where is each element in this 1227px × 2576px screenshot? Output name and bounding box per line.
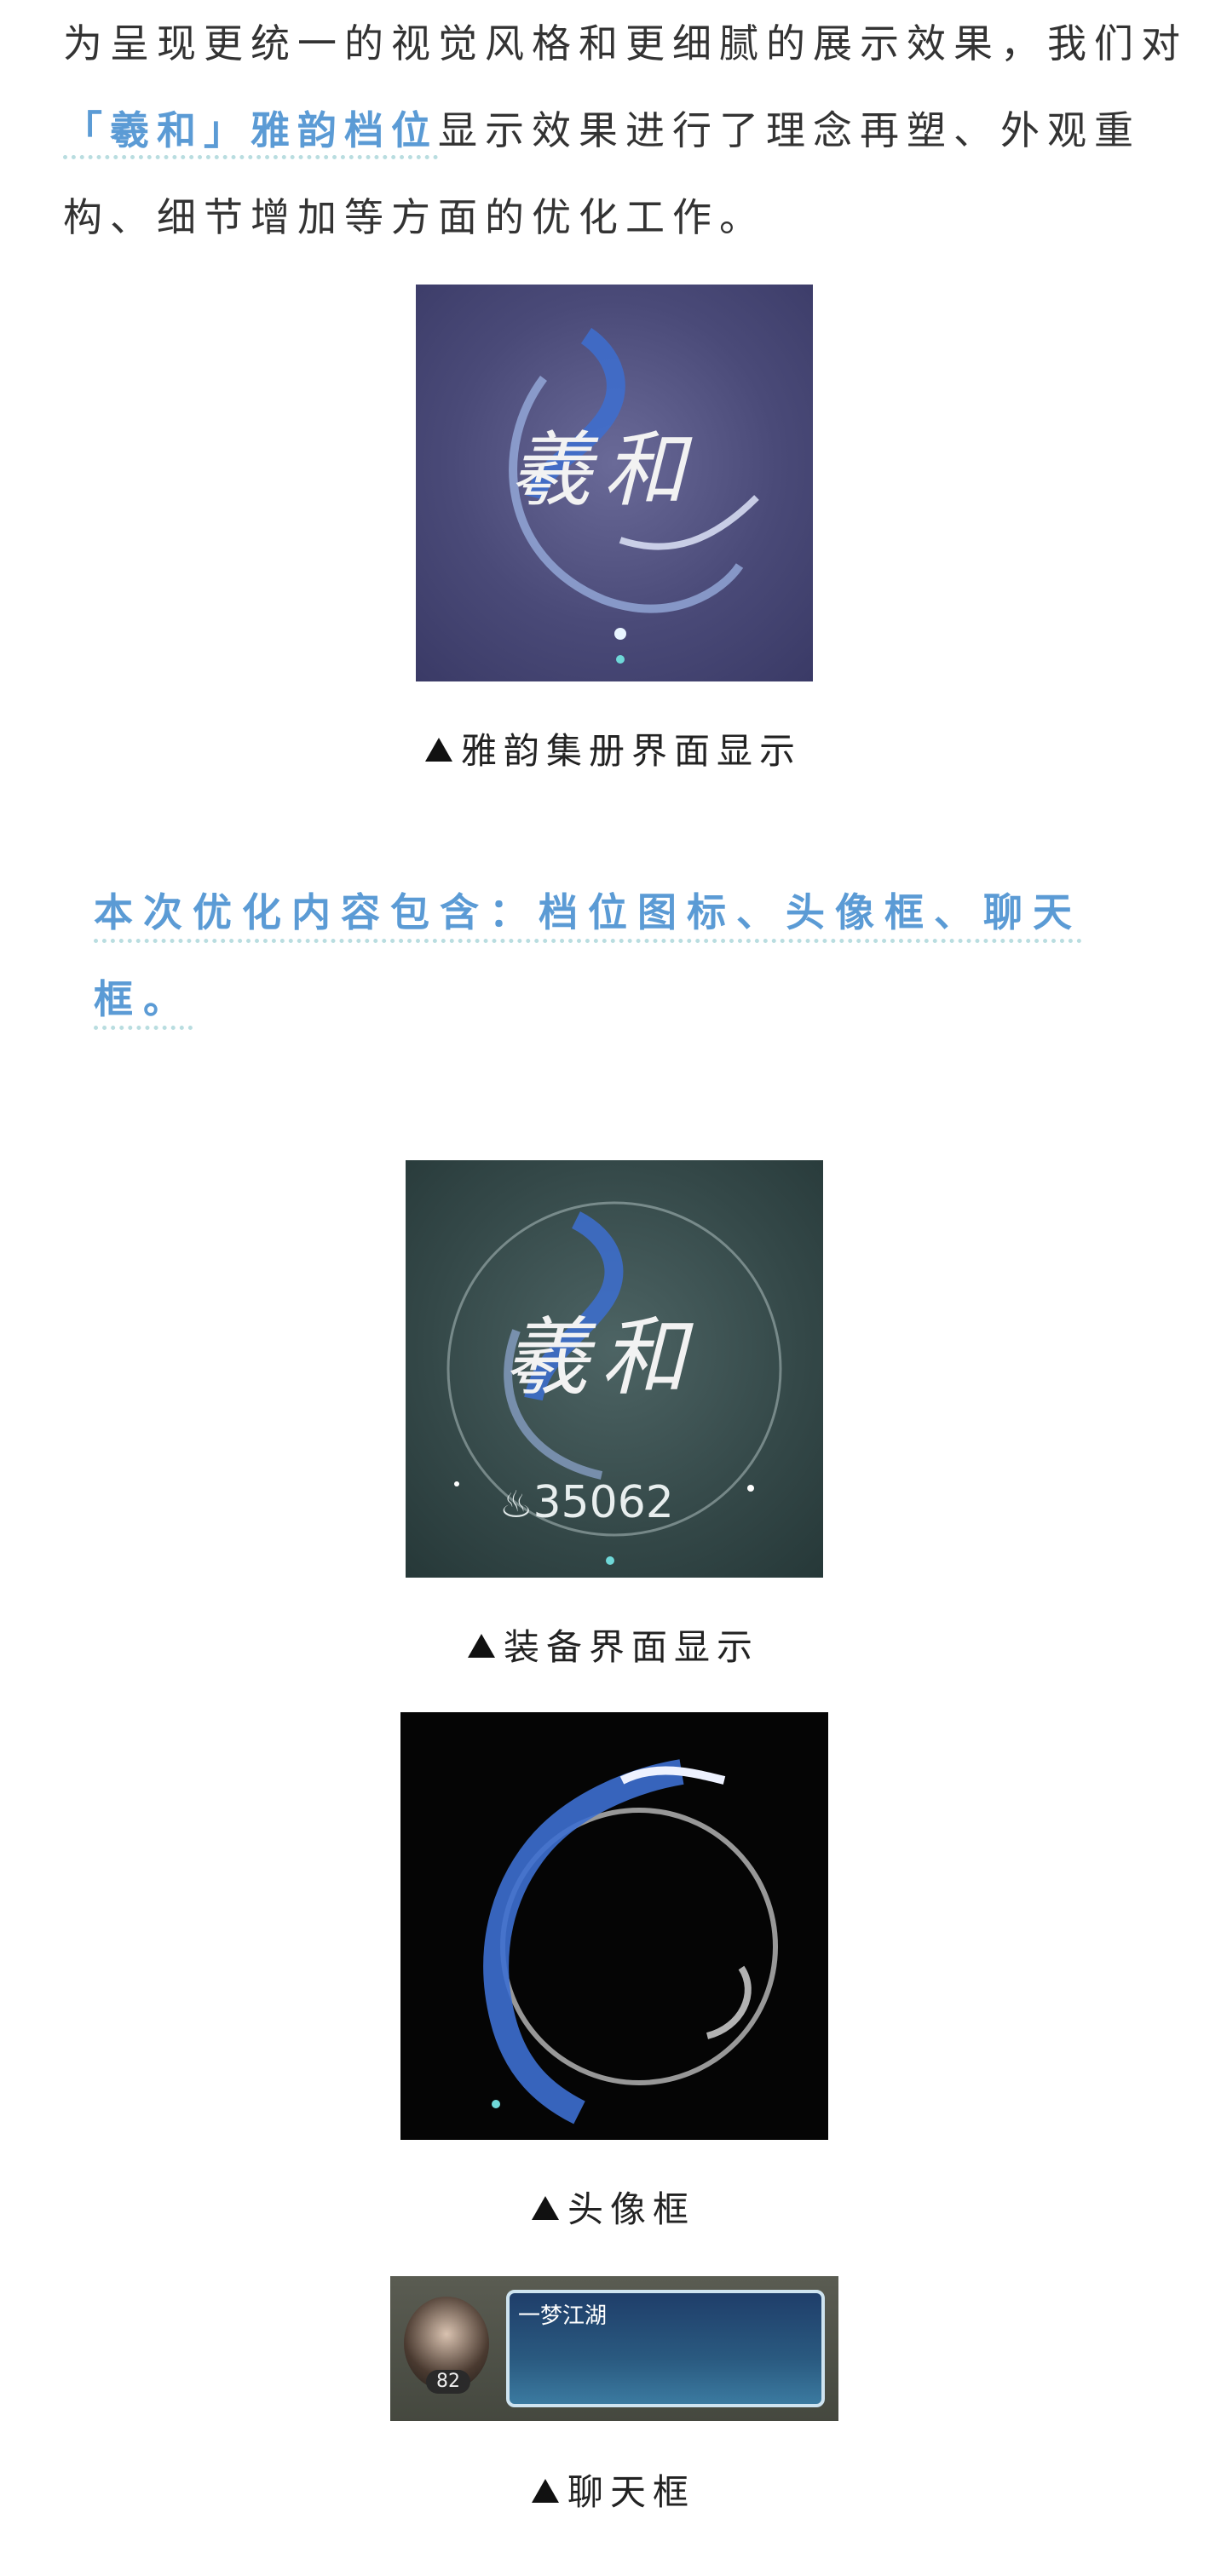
equipment-score: ♨35062 <box>499 1477 674 1528</box>
avatar-frame-caption: 头像框 <box>0 2181 1227 2233</box>
chat-name: 一梦江湖 <box>518 2303 608 2329</box>
equipment-image: 羲和 ♨35062 <box>406 1160 823 1578</box>
equipment-caption: 装备界面显示 <box>0 1619 1227 1670</box>
avatar-frame-image <box>400 1712 828 2140</box>
chat-frame-image: 82 一梦江湖 <box>390 2276 838 2421</box>
level-badge: 82 <box>426 2370 470 2394</box>
intro-highlight-link[interactable]: 「羲和」雅韵档位 <box>63 107 438 159</box>
intro-paragraph: 为呈现更统一的视觉风格和更细腻的展示效果，我们对「羲和」雅韵档位显示效果进行了理… <box>63 0 1188 261</box>
avatar-frame-ring <box>483 1759 778 2125</box>
triangle-icon <box>531 2196 559 2220</box>
collection-glyph: 羲和 <box>510 423 697 518</box>
triangle-icon <box>424 738 452 762</box>
lotus-icon: ♨ <box>499 1483 533 1527</box>
triangle-icon <box>531 2479 559 2503</box>
chat-frame-caption: 聊天框 <box>0 2464 1227 2516</box>
summary-text: 本次优化内容包含：档位图标、头像框、聊天框。 <box>94 869 1150 1043</box>
collection-image: 羲和 <box>416 285 813 681</box>
collection-caption: 雅韵集册界面显示 <box>0 722 1227 774</box>
chat-bubble: 一梦江湖 <box>506 2290 825 2407</box>
equipment-glyph: 羲和 <box>504 1308 698 1407</box>
triangle-icon <box>467 1634 495 1658</box>
intro-text-1: 为呈现更统一的视觉风格和更细腻的展示效果，我们对 <box>63 20 1188 66</box>
